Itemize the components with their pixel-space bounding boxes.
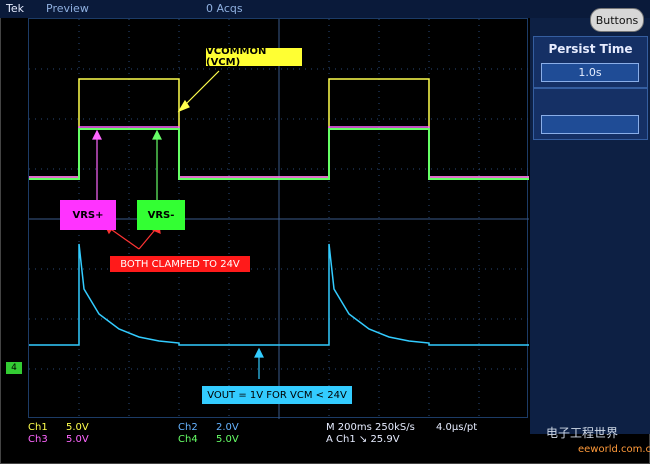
- vrs-plus-pointer: [92, 129, 102, 201]
- buttons-button[interactable]: Buttons: [590, 8, 644, 32]
- ch1-scale: 5.0V: [66, 422, 89, 433]
- brand-label: Tek: [6, 2, 24, 15]
- vrs-plus-label: VRS+: [60, 200, 116, 230]
- vrs-minus-pointer: [152, 129, 162, 201]
- secondary-menu-field[interactable]: [541, 115, 639, 134]
- ch3-label: Ch3: [28, 434, 48, 445]
- ch4-ground-marker: 4: [6, 362, 22, 374]
- top-bar: Tek Preview 0 Acqs: [0, 0, 650, 18]
- acquisitions-count: 0 Acqs: [206, 2, 243, 15]
- mode-label: Preview: [46, 2, 89, 15]
- vout-label: VOUT = 1V FOR VCM < 24V: [202, 386, 352, 404]
- vcm-label: VCOMMON (VCM): [206, 46, 302, 68]
- ch2-scale: 2.0V: [216, 422, 239, 433]
- watermark-cn: 电子工程世界: [546, 426, 619, 440]
- trigger-readout: A Ch1 ↘ 25.9V: [326, 434, 400, 445]
- persist-time-panel[interactable]: Persist Time 1.0s: [533, 36, 648, 88]
- sample-rate-readout: 4.0μs/pt: [436, 422, 478, 433]
- ch4-scale: 5.0V: [216, 434, 239, 445]
- ch2-label: Ch2: [178, 422, 198, 433]
- ch4-label: Ch4: [178, 434, 198, 445]
- persist-time-title: Persist Time: [548, 42, 633, 56]
- vout-pointer: [254, 347, 264, 379]
- secondary-menu-panel[interactable]: [533, 88, 648, 140]
- ch1-label: Ch1: [28, 422, 48, 433]
- ch3-scale: 5.0V: [66, 434, 89, 445]
- watermark-url: eeworld.com.cn: [578, 444, 650, 455]
- clamped-label: BOTH CLAMPED TO 24V: [110, 256, 250, 272]
- timebase-readout: M 200ms 250kS/s: [326, 422, 415, 433]
- vrs-minus-label: VRS-: [137, 200, 185, 230]
- vcm-pointer: [177, 70, 220, 113]
- persist-time-value[interactable]: 1.0s: [541, 63, 639, 82]
